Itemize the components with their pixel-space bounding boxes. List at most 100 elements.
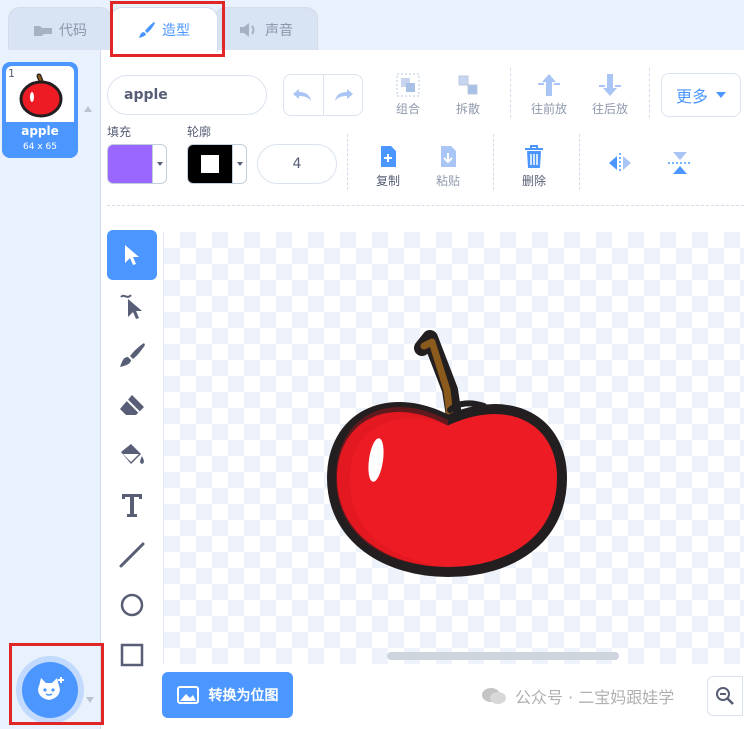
wechat-icon [482, 688, 506, 704]
line-icon [119, 542, 145, 568]
caret-down-icon [236, 162, 243, 166]
flip-vertical-button[interactable] [652, 148, 708, 178]
redo-button[interactable] [324, 75, 363, 115]
paint-editor: apple 组合 拆散 往前放 往后放 更多 填充 轮廓 4 复制 粘贴 删除 … [101, 50, 744, 729]
costume-thumbnail [6, 66, 74, 122]
toolbar-divider [649, 68, 650, 118]
costume-item[interactable]: 1 apple 64 x 65 [2, 62, 78, 158]
apple-thumbnail-icon [19, 73, 63, 118]
group-label: 组合 [395, 102, 420, 116]
circle-icon [120, 593, 144, 617]
fill-bucket-icon [121, 444, 144, 464]
flip-horizontal-button[interactable] [592, 148, 648, 178]
forward-button[interactable]: 往前放 [521, 70, 577, 117]
outline-label: 轮廓 [187, 125, 212, 139]
costume-name-input[interactable]: apple [107, 75, 267, 115]
delete-button[interactable]: 删除 [506, 142, 562, 189]
eraser-tool[interactable] [107, 380, 157, 430]
flip-vertical-icon [668, 152, 692, 174]
tab-code[interactable]: 代码 [8, 7, 112, 51]
costume-size: 64 x 65 [23, 142, 57, 152]
more-button[interactable]: 更多 [661, 73, 741, 117]
code-icon [33, 23, 53, 37]
costume-name: apple [21, 124, 59, 138]
chevron-down-icon [716, 92, 726, 98]
undo-button[interactable] [284, 75, 324, 115]
circle-tool[interactable] [107, 580, 157, 630]
ungroup-label: 拆散 [455, 102, 480, 116]
group-button[interactable]: 组合 [380, 70, 436, 117]
rectangle-tool[interactable] [107, 630, 157, 680]
text-tool[interactable] [107, 480, 157, 530]
undo-redo-group [283, 74, 363, 116]
tab-costume-label: 造型 [162, 23, 190, 39]
costume-index: 1 [8, 67, 15, 80]
convert-to-bitmap-button[interactable]: 转换为位图 [162, 672, 293, 718]
apple-drawing[interactable] [326, 328, 626, 588]
tab-costume[interactable]: 造型 [110, 7, 218, 52]
flip-horizontal-icon [609, 153, 631, 173]
copy-label: 复制 [375, 174, 400, 188]
convert-to-bitmap-label: 转换为位图 [208, 688, 279, 704]
fill-label: 填充 [107, 125, 132, 139]
costume-list[interactable]: 1 apple 64 x 65 [0, 50, 101, 729]
toolbar-divider [510, 68, 511, 118]
brush-tool[interactable] [107, 330, 157, 380]
paste-icon [441, 146, 456, 167]
copy-button[interactable]: 复制 [360, 142, 416, 189]
delete-label: 删除 [521, 174, 546, 188]
watermark: 公众号 · 二宝妈跟娃学 [481, 684, 674, 708]
backward-button[interactable]: 往后放 [582, 70, 638, 117]
rectangle-icon [120, 643, 144, 667]
outline-color-picker[interactable] [187, 144, 247, 184]
canvas-horizontal-scrollbar[interactable] [387, 652, 619, 660]
fill-color-picker[interactable] [107, 144, 167, 184]
trash-icon [525, 145, 543, 168]
fill-tool[interactable] [107, 430, 157, 480]
zoom-out-button[interactable] [707, 676, 743, 716]
undo-icon [293, 89, 312, 101]
brush-icon [138, 21, 156, 39]
zoom-out-icon [716, 687, 734, 705]
more-label: 更多 [675, 87, 708, 106]
toolbar-separator [107, 205, 744, 206]
select-arrow-icon [125, 245, 139, 265]
cat-plus-icon [38, 677, 64, 700]
line-tool[interactable] [107, 530, 157, 580]
copy-icon [381, 146, 396, 167]
costume-editor-app: 代码 造型 声音 1 apple 64 x 65 apple 组合 拆散 往前放… [0, 0, 744, 729]
caret-down-icon [156, 162, 163, 166]
tab-sound-label: 声音 [265, 22, 293, 39]
toolbar-divider [347, 134, 348, 190]
backward-label: 往后放 [591, 102, 628, 116]
drawing-canvas[interactable] [163, 232, 744, 664]
watermark-text: 公众号 · 二宝妈跟娃学 [515, 688, 675, 707]
outline-width-input[interactable]: 4 [257, 144, 337, 184]
paste-button[interactable]: 粘贴 [420, 142, 476, 189]
tab-bar: 代码 造型 声音 [0, 0, 744, 52]
group-icon [396, 73, 420, 97]
add-costume-button[interactable] [22, 662, 78, 718]
brush-icon [120, 343, 145, 367]
scroll-up-arrow-icon[interactable] [84, 106, 92, 112]
toolbar-divider [579, 134, 580, 190]
select-tool[interactable] [107, 230, 157, 280]
tab-code-label: 代码 [59, 22, 87, 39]
tab-sound[interactable]: 声音 [214, 7, 318, 51]
scroll-down-arrow-icon[interactable] [86, 697, 94, 703]
speaker-icon [239, 22, 259, 38]
reshape-icon [120, 294, 142, 319]
paste-label: 粘贴 [435, 174, 460, 188]
forward-icon [538, 74, 560, 96]
ungroup-button[interactable]: 拆散 [440, 70, 496, 117]
eraser-icon [120, 395, 144, 415]
forward-label: 往前放 [530, 102, 567, 116]
image-icon [176, 686, 199, 704]
toolbar-divider [493, 134, 494, 190]
ungroup-icon [458, 75, 478, 95]
outline-color-swatch [188, 145, 232, 183]
text-icon [122, 494, 142, 517]
reshape-tool[interactable] [107, 280, 157, 330]
backward-icon [599, 74, 621, 96]
redo-icon [334, 89, 353, 101]
